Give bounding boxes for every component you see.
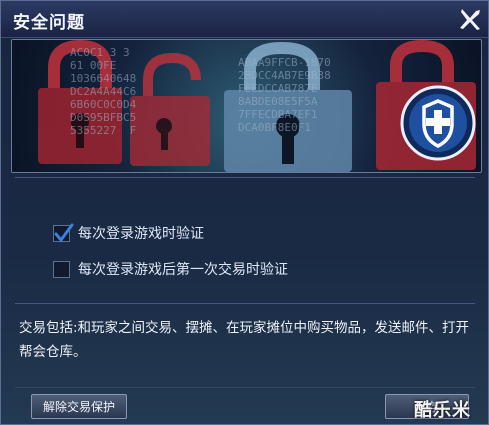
banner-code-left: AC0C1 3 3 61 00FE 1036640648 DC2A4A44C6 … <box>70 46 137 137</box>
close-icon[interactable] <box>456 5 484 33</box>
security-banner: AC0C1 3 3 61 00FE 1036640648 DC2A4A44C6 … <box>11 39 482 173</box>
option-verify-login[interactable]: 每次登录游戏时验证 <box>53 223 204 243</box>
banner-code-mid: ABAA9FFCB-1870 2BDCC4AB7E9B38 FEEDCCAB78… <box>238 56 331 134</box>
verify-login-checkbox[interactable] <box>53 223 74 242</box>
remove-trade-protection-button[interactable]: 解除交易保护 <box>31 394 127 419</box>
title-bar: 安全问题 <box>1 1 488 38</box>
divider-middle <box>15 303 475 304</box>
trade-description: 交易包括:和玩家之间交易、摆摊、在玩家摊位中购买物品，发送邮件、打开帮会仓库。 <box>19 320 470 360</box>
divider-top <box>15 177 475 178</box>
dialog-title: 安全问题 <box>13 13 85 33</box>
option-verify-first-trade[interactable]: 每次登录游戏后第一次交易时验证 <box>53 259 288 279</box>
shield-plus-icon <box>402 87 474 159</box>
divider-bottom <box>15 387 475 388</box>
watermark: 酷乐米 <box>414 400 471 421</box>
security-dialog: 安全问题 AC0C1 3 3 61 00FE 1036640648 DC2A4A… <box>0 0 489 425</box>
verify-first-trade-label: 每次登录游戏后第一次交易时验证 <box>78 262 288 278</box>
verify-login-label: 每次登录游戏时验证 <box>78 226 204 242</box>
verify-first-trade-checkbox[interactable] <box>53 260 70 278</box>
